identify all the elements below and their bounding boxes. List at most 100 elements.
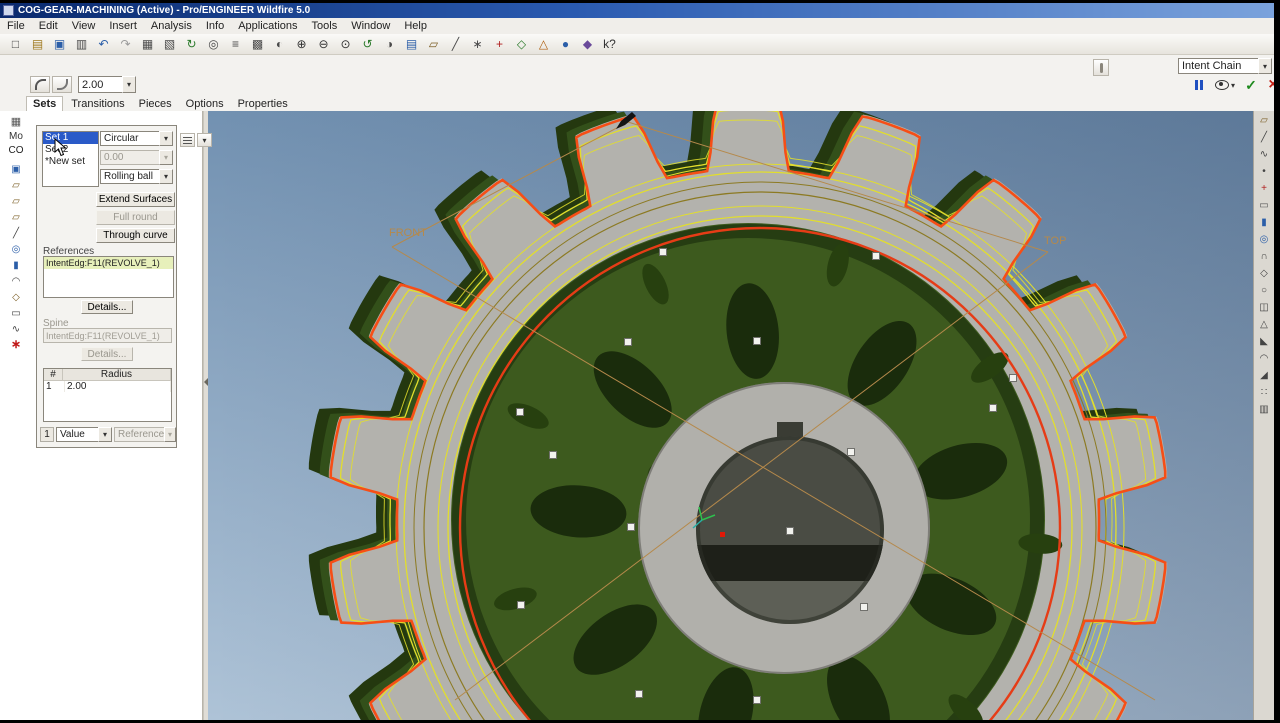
repaint-icon[interactable]: ▩ [248,36,267,53]
model-tree-grid-icon[interactable]: ▦ [11,115,21,131]
saved-views-icon[interactable]: ◑ [380,36,399,53]
paste-icon[interactable]: ▧ [160,36,179,53]
menu-edit[interactable]: Edit [32,19,65,33]
drag-handle[interactable] [1009,374,1017,382]
model-display-icon[interactable]: ● [556,36,575,53]
tab-transitions[interactable]: Transitions [65,97,130,111]
tree-revolve-icon[interactable]: ◎ [12,241,21,257]
find-icon[interactable]: ◎ [204,36,223,53]
chain-dropdown-icon[interactable]: ▾ [197,133,212,147]
drag-handle[interactable] [516,408,524,416]
tree-part-icon[interactable]: ▣ [11,161,20,177]
radius-type-select[interactable]: Value ▾ [56,427,112,442]
surface-sets-icon[interactable] [180,133,195,147]
drag-handle[interactable] [517,601,525,609]
hole-tool-icon[interactable]: ○ [1256,283,1273,299]
menu-insert[interactable]: Insert [102,19,144,33]
drag-handle[interactable] [786,527,794,535]
help-icon[interactable]: k? [600,36,619,53]
extend-surfaces-button[interactable]: Extend Surfaces [96,192,175,207]
regenerate-icon[interactable]: ↻ [182,36,201,53]
mirror-tool-icon[interactable]: ▥ [1256,402,1273,418]
through-curve-button[interactable]: Through curve [96,228,175,243]
tree-round-icon[interactable]: ◠ [12,273,21,289]
layers-icon[interactable]: ▤ [402,36,421,53]
accept-feature-button[interactable]: ✓ [1242,76,1260,94]
reorient-icon[interactable]: ↺ [358,36,377,53]
tab-pieces[interactable]: Pieces [133,97,178,111]
drag-handle[interactable] [860,603,868,611]
sketch-tool-icon[interactable]: ▭ [1256,198,1273,214]
datum-point-tool-icon[interactable]: • [1256,164,1273,180]
zoom-out-icon[interactable]: ⊖ [314,36,333,53]
references-list[interactable]: IntentEdg:F11(REVOLVE_1) [43,256,174,298]
blend-tool-icon[interactable]: ◇ [1256,266,1273,282]
details-button[interactable]: Details... [81,300,133,314]
revolve-tool-icon[interactable]: ◎ [1256,232,1273,248]
chamfer-tool-icon[interactable]: ◢ [1256,368,1273,384]
menu-analysis[interactable]: Analysis [144,19,199,33]
tools-icon[interactable]: ◆ [578,36,597,53]
datum-axis-display-icon[interactable]: ╱ [446,36,465,53]
menu-info[interactable]: Info [199,19,231,33]
tree-datum-plane-icon[interactable]: ▱ [12,177,20,193]
menu-file[interactable]: File [0,19,32,33]
drag-handle[interactable] [635,690,643,698]
copy-icon[interactable]: ▦ [138,36,157,53]
tab-options[interactable]: Options [180,97,230,111]
extrude-tool-icon[interactable]: ▮ [1256,215,1273,231]
datum-axis-tool-icon[interactable]: ╱ [1256,130,1273,146]
sweep-tool-icon[interactable]: ∩ [1256,249,1273,265]
pattern-tool-icon[interactable]: ∷ [1256,385,1273,401]
attachment-select[interactable]: Rolling ball ▾ [100,169,173,184]
draft-tool-icon[interactable]: ◣ [1256,334,1273,350]
shell-tool-icon[interactable]: ◫ [1256,300,1273,316]
open-file-icon[interactable]: ▤ [28,36,47,53]
drag-handle[interactable] [753,696,761,704]
radius-value-combo[interactable]: 2.00 ▾ [78,76,136,93]
round-tool-icon[interactable]: ◠ [1256,351,1273,367]
tab-sets[interactable]: Sets [26,96,64,111]
redo-icon[interactable]: ↷ [116,36,135,53]
drag-handle[interactable] [549,451,557,459]
save-file-icon[interactable]: ▣ [50,36,69,53]
drag-handle[interactable] [872,252,880,260]
insert-here-marker[interactable]: ∗ [11,337,21,353]
chain-filter-select[interactable]: Intent Chain ▾ [1178,58,1272,74]
tab-properties[interactable]: Properties [232,97,294,111]
zoom-in-icon[interactable]: ⊕ [292,36,311,53]
new-file-icon[interactable]: □ [6,36,25,53]
set-item[interactable]: Set 1 [43,132,98,144]
radius-row-value[interactable]: 2.00 [65,381,171,392]
tree-datum-plane-icon[interactable]: ▱ [12,209,20,225]
print-icon[interactable]: ▥ [72,36,91,53]
refit-icon[interactable]: ⊙ [336,36,355,53]
csys-display-icon[interactable]: + [490,36,509,53]
section-shape-select[interactable]: Circular ▾ [100,131,173,146]
pause-icon[interactable] [1190,76,1208,94]
tree-datum-plane-icon[interactable]: ▱ [12,193,20,209]
shade-icon[interactable]: ◐ [270,36,289,53]
select-filter-icon[interactable]: ≡ [226,36,245,53]
tree-extrude-icon[interactable]: ▮ [13,257,19,273]
drag-handle[interactable] [627,523,635,531]
datum-plane-display-icon[interactable]: ▱ [424,36,443,53]
rib-tool-icon[interactable]: △ [1256,317,1273,333]
spin-center-icon[interactable]: ◇ [512,36,531,53]
drag-handle[interactable] [624,338,632,346]
annotation-icon[interactable]: △ [534,36,553,53]
drag-handle[interactable] [659,248,667,256]
menu-applications[interactable]: Applications [231,19,304,33]
reference-item[interactable]: IntentEdg:F11(REVOLVE_1) [44,257,173,269]
model-tree-root-node[interactable]: CO [9,145,24,161]
round-sets-icon[interactable] [30,76,50,93]
drag-handle[interactable] [989,404,997,412]
menu-tools[interactable]: Tools [305,19,345,33]
3d-viewport[interactable]: FRONT TOP [208,90,1253,723]
tree-datum-axis-icon[interactable]: ╱ [13,225,19,241]
tree-pattern-icon[interactable]: ◇ [12,289,20,305]
undo-icon[interactable]: ↶ [94,36,113,53]
preview-eye-icon[interactable]: ▾ [1212,76,1238,94]
sets-list[interactable]: Set 1 Set 2 *New set [42,131,99,187]
datum-point-display-icon[interactable]: ∗ [468,36,487,53]
